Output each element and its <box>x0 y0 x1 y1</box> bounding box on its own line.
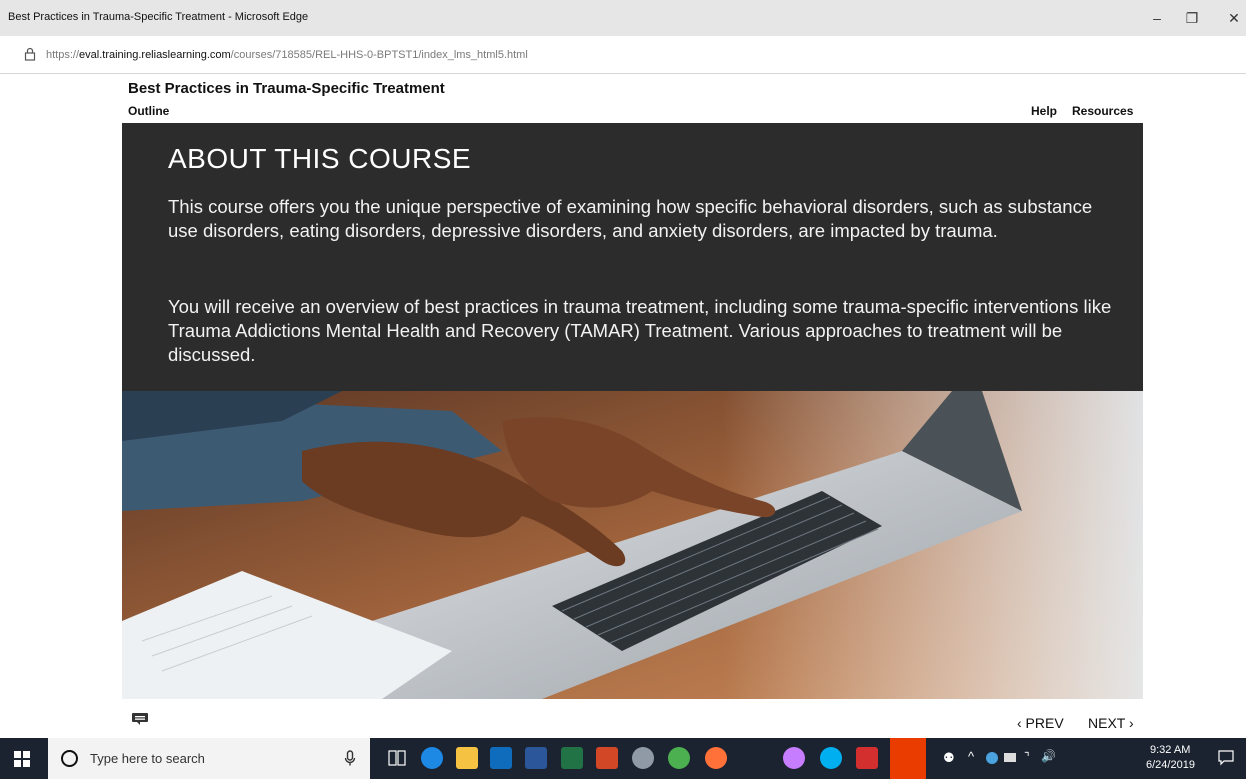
clock-time[interactable]: 9:32 AM <box>1150 744 1190 756</box>
microphone-icon[interactable] <box>344 750 356 767</box>
cortana-circle-icon <box>61 750 78 767</box>
volume-icon[interactable]: 🔊 <box>1041 749 1056 763</box>
slide-text-panel: ABOUT THIS COURSE This course offers you… <box>122 123 1143 391</box>
url-protocol: https:// <box>46 49 80 61</box>
acrobat-icon[interactable] <box>856 747 878 769</box>
powerpoint-icon[interactable] <box>596 747 618 769</box>
battery-icon[interactable] <box>1004 753 1016 762</box>
chrome-icon[interactable] <box>668 747 690 769</box>
file-explorer-icon[interactable] <box>456 747 478 769</box>
outlook-icon[interactable] <box>490 747 512 769</box>
wifi-icon[interactable]: ⌝ <box>1024 750 1030 764</box>
laptop-typing-photo <box>122 391 1143 699</box>
chevron-up-icon[interactable]: ^ <box>968 749 974 764</box>
windows-taskbar: Type here to search ⚉ ^ ⌝ 🔊 9:32 AM 6/24… <box>0 738 1246 779</box>
lock-icon <box>24 47 36 61</box>
url-text[interactable]: https://eval.training.reliaslearning.com… <box>46 49 528 61</box>
outline-link[interactable]: Outline <box>128 104 169 118</box>
snipping-tool-icon[interactable] <box>632 747 654 769</box>
help-link[interactable]: Help <box>1031 104 1057 118</box>
address-bar[interactable]: https://eval.training.reliaslearning.com… <box>0 36 1246 74</box>
slide-paragraph-1: This course offers you the unique perspe… <box>168 196 1093 241</box>
onedrive-icon[interactable] <box>986 752 998 764</box>
slide-paragraph-2: You will receive an overview of best pra… <box>168 296 1112 365</box>
notes-icon[interactable] <box>131 712 149 726</box>
url-host: eval.training.reliaslearning.com <box>79 49 231 61</box>
firefox-icon[interactable] <box>705 747 727 769</box>
word-icon[interactable] <box>525 747 547 769</box>
minimize-button[interactable]: – <box>1145 8 1169 28</box>
next-button[interactable]: NEXT › <box>1088 715 1134 731</box>
office-app-active-icon[interactable] <box>890 738 926 779</box>
task-view-icon[interactable] <box>388 750 406 766</box>
action-center-icon[interactable] <box>1218 750 1234 766</box>
window-titlebar: Best Practices in Trauma-Specific Treatm… <box>0 0 1246 36</box>
paint-icon[interactable] <box>783 747 805 769</box>
slide-heading: ABOUT THIS COURSE <box>168 143 472 174</box>
course-title: Best Practices in Trauma-Specific Treatm… <box>128 80 445 97</box>
excel-icon[interactable] <box>561 747 583 769</box>
search-placeholder: Type here to search <box>90 751 205 766</box>
taskbar-search-box[interactable]: Type here to search <box>48 738 370 779</box>
window-title: Best Practices in Trauma-Specific Treatm… <box>8 11 309 23</box>
clock-date[interactable]: 6/24/2019 <box>1146 759 1195 771</box>
resources-link[interactable]: Resources <box>1072 104 1133 118</box>
close-button[interactable]: ✕ <box>1222 8 1246 28</box>
windows-start-icon[interactable] <box>14 751 30 767</box>
prev-button[interactable]: ‹ PREV <box>1017 715 1064 731</box>
restore-button[interactable]: ❐ <box>1180 8 1204 28</box>
edge-icon[interactable] <box>421 747 443 769</box>
url-path: /courses/718585/REL-HHS-0-BPTST1/index_l… <box>230 49 528 61</box>
skype-icon[interactable] <box>820 747 842 769</box>
laptop-illustration <box>122 391 1143 699</box>
people-icon[interactable]: ⚉ <box>943 750 955 766</box>
